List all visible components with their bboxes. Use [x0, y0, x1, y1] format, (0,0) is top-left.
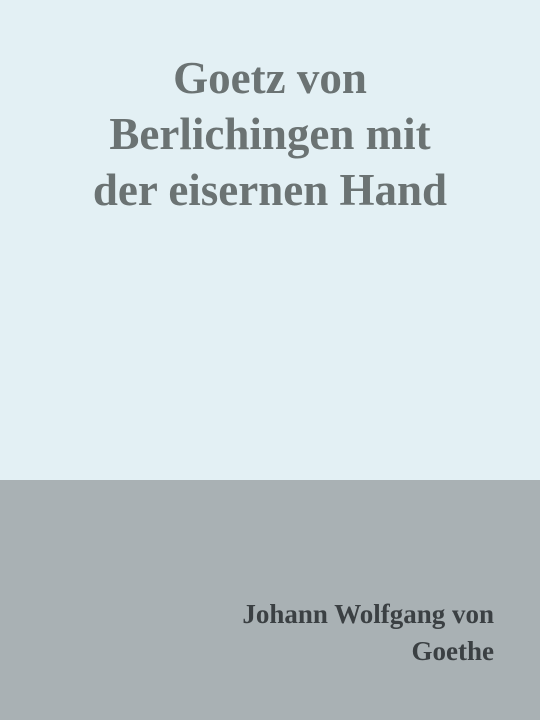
book-author-line-2: Goethe	[411, 636, 494, 666]
book-title-line-2: Berlichingen mit	[109, 109, 431, 159]
book-author: Johann Wolfgang von Goethe	[242, 596, 494, 670]
book-title: Goetz von Berlichingen mit der eisernen …	[20, 50, 520, 218]
book-cover: Goetz von Berlichingen mit der eisernen …	[0, 0, 540, 720]
book-title-line-3: der eisernen Hand	[92, 165, 448, 215]
book-title-line-1: Goetz von	[173, 53, 367, 103]
book-author-line-1: Johann Wolfgang von	[242, 599, 494, 629]
